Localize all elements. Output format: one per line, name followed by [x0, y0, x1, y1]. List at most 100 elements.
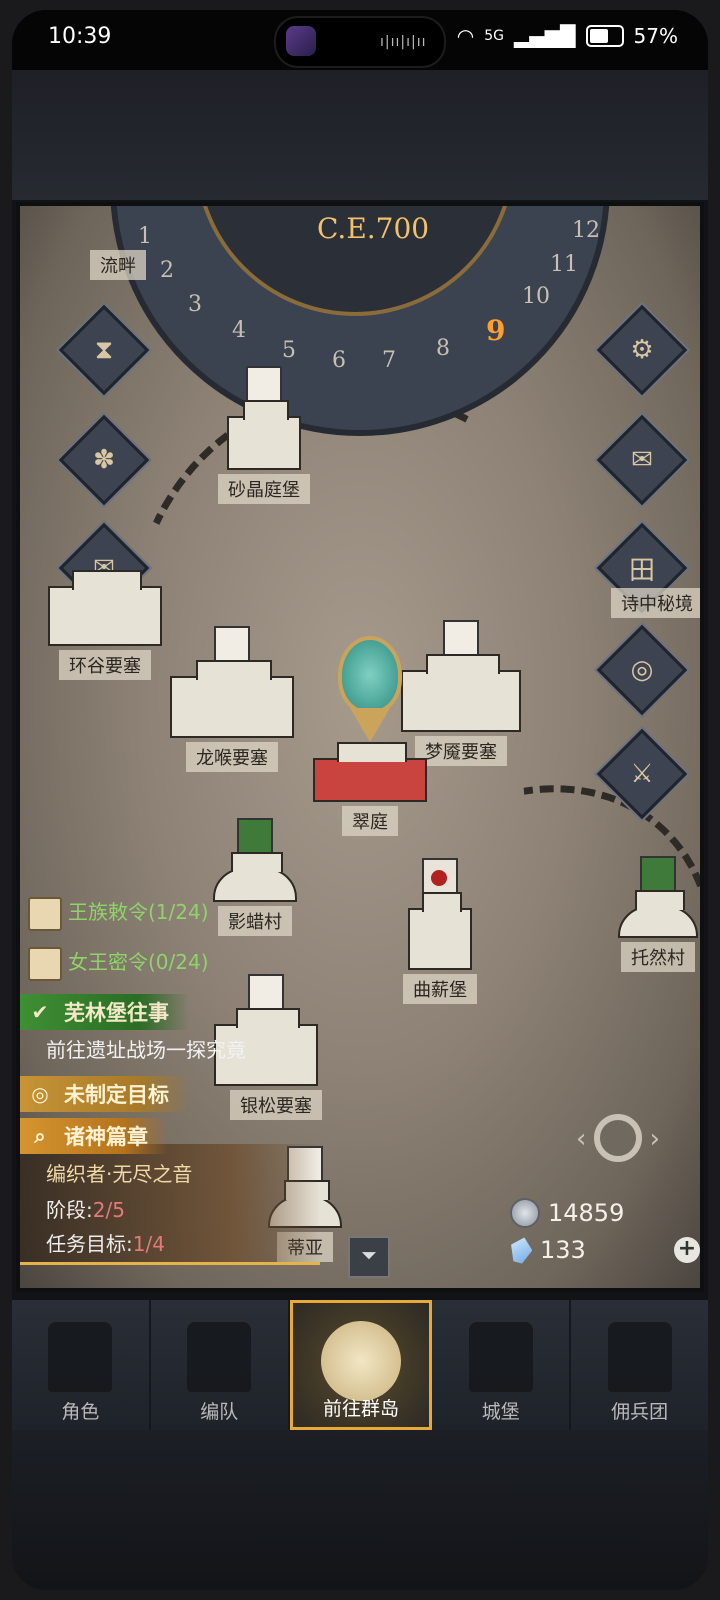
month-4: 4: [232, 318, 246, 343]
location-label: 流畔: [90, 250, 146, 280]
task-row: 任务目标:1/4: [46, 1228, 165, 1257]
story-quest-desc: 前往遗址战场一探究竟: [46, 1038, 246, 1062]
location-mengyan[interactable]: 梦魇要塞: [396, 620, 526, 766]
stage-value: 2/5: [92, 1198, 125, 1222]
task-value: 1/4: [132, 1232, 165, 1256]
month-11: 11: [550, 252, 578, 277]
month-9-active[interactable]: 9: [486, 314, 505, 347]
nav-character[interactable]: 角色: [12, 1300, 151, 1430]
dynamic-island: ı|ıı|ı|ıı: [274, 16, 446, 68]
village-icon: [213, 852, 297, 902]
location-label: 托然村: [621, 942, 695, 972]
locate-button[interactable]: ‹ ›: [576, 1096, 660, 1180]
royal-decree-quest[interactable]: 王族敕令(1/24): [28, 896, 209, 931]
bottom-band: [12, 1430, 708, 1590]
character-icon: [48, 1322, 113, 1392]
stage-row: 阶段:2/5: [46, 1194, 125, 1223]
target-check-icon: ◎: [31, 1082, 49, 1106]
knight-icon: ⚔: [630, 759, 654, 789]
battery-icon: [585, 25, 624, 47]
location-label: 银松要塞: [230, 1090, 322, 1120]
world-map[interactable]: C.E.700 1 2 3 4 5 6 7 8 9 10 11 12 ⧗ ✽ ✉…: [16, 202, 704, 1292]
add-crystal-button[interactable]: +: [674, 1237, 700, 1263]
silver-amount: 14859: [548, 1199, 625, 1227]
month-5: 5: [282, 338, 296, 363]
location-label: 曲薪堡: [403, 974, 477, 1004]
player-location-marker[interactable]: [338, 636, 402, 746]
nav-formation[interactable]: 编队: [151, 1300, 290, 1430]
nav-label: 角色: [61, 1401, 100, 1423]
chevron-left-icon: ‹: [576, 1124, 587, 1154]
nav-mercenary[interactable]: 佣兵团: [571, 1300, 708, 1430]
wifi-icon: ◠: [456, 24, 475, 48]
signal-icon: ▂▄▆█: [514, 24, 576, 48]
nav-label: 前往群岛: [322, 1398, 399, 1420]
silver-coin-icon: [510, 1198, 540, 1228]
castle-icon: [170, 660, 294, 738]
chapter-title: 诸神篇章: [64, 1125, 148, 1149]
hourglass-icon: ⧗: [94, 334, 114, 365]
tent-camp-icon: [313, 742, 427, 802]
bag-button[interactable]: ✽: [58, 414, 150, 506]
queen-order-quest[interactable]: 女王密令(0/24): [28, 946, 209, 981]
castle-icon: [401, 654, 521, 732]
coin-icon: ◎: [630, 655, 654, 685]
location-cuiting[interactable]: 翠庭: [310, 742, 430, 836]
nav-label: 佣兵团: [611, 1401, 669, 1423]
location-label: 翠庭: [342, 806, 398, 836]
scroll-icon: [28, 896, 62, 931]
location-liupan[interactable]: 流畔: [90, 246, 146, 280]
location-tuoran[interactable]: 托然村: [610, 856, 700, 972]
nav-islands[interactable]: 前往群岛: [289, 1300, 433, 1430]
status-bar: 10:39 ı|ıı|ı|ıı ◠ 5G ▂▄▆█ 57%: [12, 10, 708, 70]
bag-icon: ✽: [93, 445, 115, 475]
top-band: [12, 70, 708, 200]
location-shajing[interactable]: 砂晶庭堡: [194, 366, 334, 504]
mercenary-icon: [607, 1322, 672, 1392]
location-shizhong-secret[interactable]: 诗中秘境: [592, 498, 700, 618]
network-type: 5G: [484, 28, 505, 44]
location-yingla[interactable]: 影蜡村: [200, 818, 310, 936]
hourglass-button[interactable]: ⧗: [58, 304, 150, 396]
nav-label: 城堡: [481, 1401, 520, 1423]
phone-screen: 10:39 ı|ıı|ı|ıı ◠ 5G ▂▄▆█ 57% C.E.700 1 …: [12, 10, 708, 1590]
month-7: 7: [382, 348, 396, 373]
month-10: 10: [522, 284, 550, 309]
castle-icon: [408, 892, 472, 970]
nav-castle[interactable]: 城堡: [432, 1300, 572, 1430]
year-label: C.E.700: [317, 212, 430, 245]
crystal-currency: 133 +: [502, 1236, 700, 1264]
status-icons: ◠ 5G ▂▄▆█ 57%: [457, 24, 678, 48]
gear-icon: ⚙: [630, 335, 654, 365]
collapse-panel-button[interactable]: ⏷: [348, 1236, 390, 1278]
goal-banner[interactable]: ◎ 未制定目标: [20, 1076, 189, 1112]
islands-icon: [320, 1321, 401, 1401]
queen-order-label: 女王密令(0/24): [68, 950, 209, 974]
magnifier-icon: ⌕: [34, 1124, 46, 1148]
crosshair-icon: [594, 1114, 642, 1162]
task-label: 任务目标:: [46, 1232, 133, 1256]
chapter-name: 编织者·无尽之音: [46, 1162, 193, 1186]
location-label: 砂晶庭堡: [218, 474, 310, 504]
location-label: 诗中秘境: [611, 588, 700, 618]
castle-icon: [468, 1322, 533, 1392]
location-label: 影蜡村: [218, 906, 292, 936]
castle-icon: [48, 570, 162, 646]
story-quest-title: 芜林堡往事: [64, 1001, 169, 1025]
stage-label: 阶段:: [46, 1198, 93, 1222]
location-label: 龙喉要塞: [186, 742, 278, 772]
location-huangu[interactable]: 环谷要塞: [40, 570, 170, 680]
story-quest-banner[interactable]: ✔ 芜林堡往事: [20, 994, 189, 1030]
location-longhou[interactable]: 龙喉要塞: [162, 626, 302, 772]
silver-currency: 14859: [502, 1198, 700, 1228]
goal-title: 未制定目标: [64, 1083, 169, 1107]
location-quxin[interactable]: 曲薪堡: [380, 858, 500, 1004]
bottom-nav: 角色 编队 前往群岛 城堡 佣兵团: [12, 1300, 708, 1430]
sword-check-icon: ✔: [31, 1000, 49, 1024]
location-label: 环谷要塞: [59, 650, 151, 680]
formation-icon: [187, 1322, 252, 1392]
chapter-banner[interactable]: ⌕ 诸神篇章: [20, 1118, 168, 1154]
settings-button[interactable]: ⚙: [596, 304, 688, 396]
mail-button[interactable]: ✉: [596, 414, 688, 506]
royal-decree-label: 王族敕令(1/24): [68, 900, 209, 924]
